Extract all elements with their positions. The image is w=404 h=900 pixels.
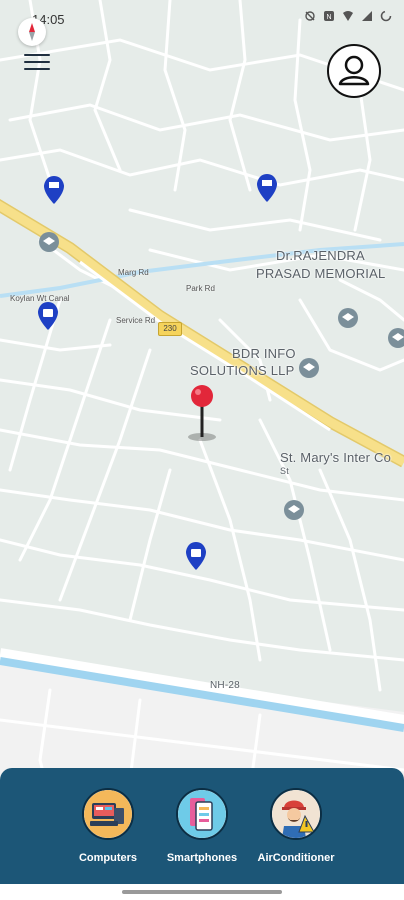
battery-icon — [380, 10, 392, 22]
home-gesture-handle[interactable] — [122, 890, 282, 894]
category-label: Computers — [78, 852, 138, 864]
map-label-stmary: St. Mary's Inter Co — [280, 450, 392, 465]
system-nav-bar — [0, 884, 404, 900]
nfc-icon: N — [324, 11, 334, 21]
school-pin[interactable] — [338, 308, 358, 328]
school-pin[interactable] — [39, 232, 59, 252]
route-shield: 230 — [158, 322, 182, 336]
school-pin[interactable] — [284, 500, 304, 520]
category-label: Smartphones — [166, 852, 238, 864]
map-label-bdr-2: SOLUTIONS LLP — [190, 363, 295, 378]
compass-icon — [29, 23, 35, 41]
map-label-rajendra: Dr.RAJENDRA — [276, 248, 365, 263]
signal-icon — [362, 11, 372, 21]
map-label-rajendra-2: PRASAD MEMORIAL — [256, 266, 386, 281]
status-icons: N — [304, 10, 392, 22]
svg-text:N: N — [326, 14, 331, 21]
category-airconditioner[interactable]: AirConditioner — [251, 788, 341, 864]
compass-button[interactable] — [18, 18, 46, 46]
road-label-marg: Marg Rd — [118, 268, 149, 277]
wifi-icon — [343, 11, 353, 21]
map-label-bdr: BDR INFO — [232, 346, 296, 361]
map-label-nh28: NH-28 — [210, 680, 240, 691]
road-label-canal: Koylan Wt Canal — [10, 294, 70, 303]
computer-icon — [82, 788, 134, 840]
category-computers[interactable]: Computers — [63, 788, 153, 864]
map-label-stmary-2: St — [280, 466, 289, 476]
category-panel: Computers Smartphones AirConditioner — [0, 768, 404, 884]
profile-icon — [338, 55, 370, 86]
category-smartphones[interactable]: Smartphones — [157, 788, 247, 864]
repairman-icon — [270, 788, 322, 840]
category-label: AirConditioner — [257, 852, 335, 864]
profile-button[interactable] — [327, 44, 381, 98]
road-label-service: Service Rd — [116, 316, 156, 325]
status-bar: 14:05 N — [0, 0, 404, 36]
mute-icon — [305, 11, 315, 21]
school-pin[interactable] — [299, 358, 319, 378]
smartphone-icon — [176, 788, 228, 840]
menu-icon[interactable] — [24, 54, 50, 74]
road-label-park: Park Rd — [186, 284, 215, 293]
